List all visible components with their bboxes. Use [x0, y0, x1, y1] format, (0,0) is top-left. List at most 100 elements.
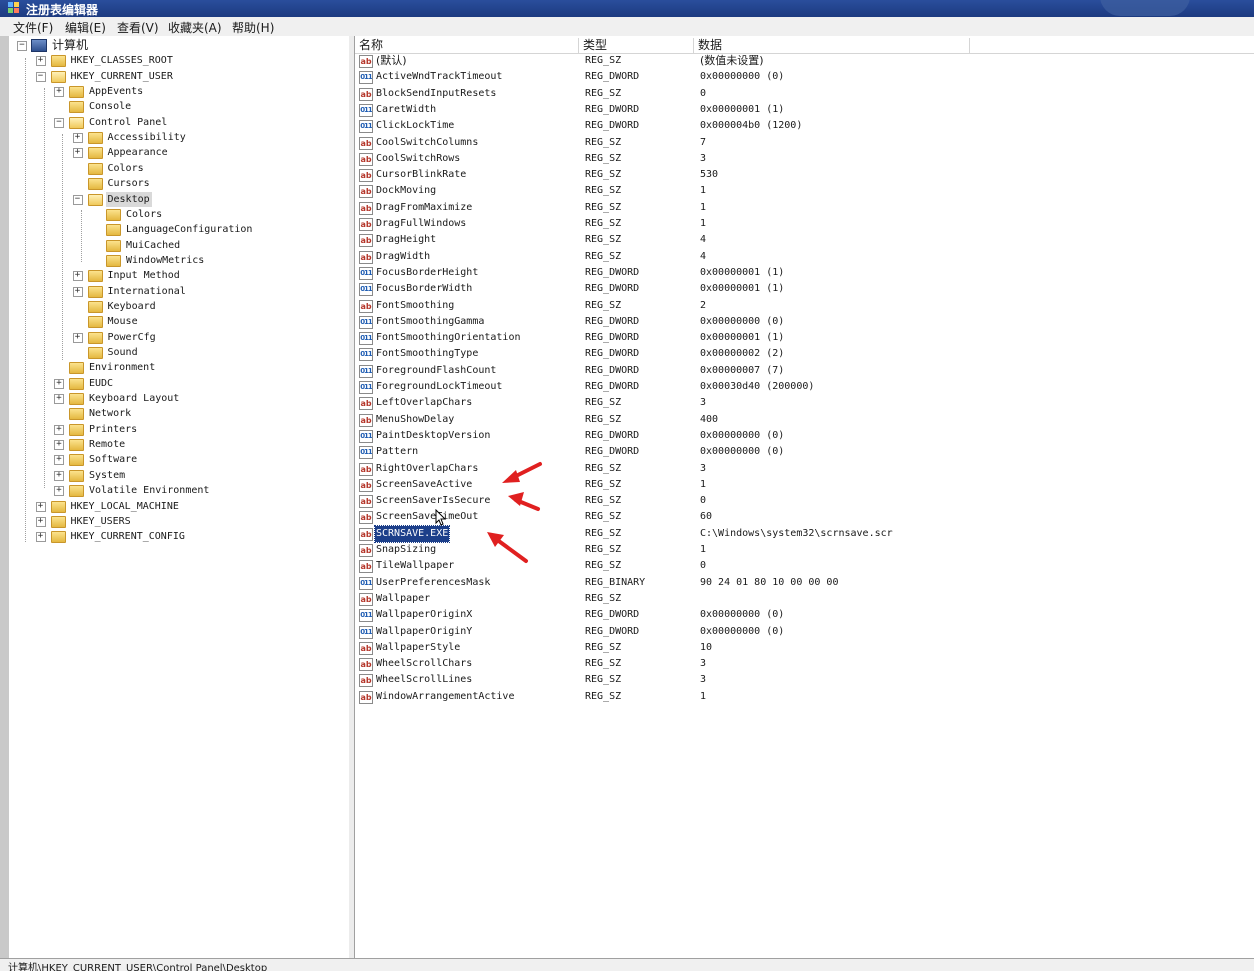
- tree-node-label[interactable]: Remote: [87, 437, 127, 452]
- column-header-name[interactable]: 名称: [355, 38, 579, 53]
- tree-node-label[interactable]: WindowMetrics: [124, 253, 206, 268]
- tree-node-label[interactable]: Printers: [87, 422, 139, 437]
- value-name[interactable]: BlockSendInputResets: [375, 86, 497, 102]
- value-name[interactable]: LeftOverlapChars: [375, 395, 473, 411]
- value-row[interactable]: 011 WallpaperOriginY REG_DWORD 0x00000000 (…: [355, 624, 1254, 640]
- value-row[interactable]: ab ScreenSaveActive REG_SZ 1: [355, 477, 1254, 493]
- value-name[interactable]: CoolSwitchRows: [375, 151, 461, 167]
- value-name[interactable]: FontSmoothingType: [375, 346, 479, 362]
- tree-node-label[interactable]: Cursors: [106, 176, 152, 191]
- tree-node-label[interactable]: Environment: [87, 360, 157, 375]
- value-row[interactable]: 011 ForegroundFlashCount REG_DWORD 0x000000…: [355, 363, 1254, 379]
- value-row[interactable]: 011 FontSmoothingOrientation REG_DWORD 0x00…: [355, 330, 1254, 346]
- value-row[interactable]: ab WheelScrollLines REG_SZ 3: [355, 672, 1254, 688]
- expand-icon[interactable]: +: [54, 424, 64, 435]
- tree-node-label[interactable]: AppEvents: [87, 84, 145, 99]
- expand-icon[interactable]: +: [54, 470, 64, 481]
- value-name[interactable]: ScreenSaverIsSecure: [375, 493, 491, 509]
- value-row[interactable]: ab DockMoving REG_SZ 1: [355, 183, 1254, 199]
- value-row[interactable]: ab DragHeight REG_SZ 4: [355, 232, 1254, 248]
- column-header-data[interactable]: 数据: [694, 38, 970, 53]
- tree-node-label[interactable]: Software: [87, 452, 139, 467]
- value-row[interactable]: ab DragWidth REG_SZ 4: [355, 249, 1254, 265]
- tree-node-label[interactable]: Appearance: [106, 145, 170, 160]
- tree-node-label[interactable]: 计算机: [50, 38, 90, 53]
- value-row[interactable]: ab Wallpaper REG_SZ: [355, 591, 1254, 607]
- expand-icon[interactable]: +: [54, 87, 64, 98]
- tree-node-label[interactable]: Keyboard: [106, 299, 158, 314]
- tree-node-label[interactable]: Sound: [106, 345, 140, 360]
- value-row[interactable]: ab DragFullWindows REG_SZ 1: [355, 216, 1254, 232]
- tree-node-label[interactable]: HKEY_LOCAL_MACHINE: [69, 499, 181, 514]
- value-row[interactable]: 011 PaintDesktopVersion REG_DWORD 0x0000000…: [355, 428, 1254, 444]
- expand-icon[interactable]: +: [54, 378, 64, 389]
- tree-node-label[interactable]: EUDC: [87, 376, 115, 391]
- value-name[interactable]: Wallpaper: [375, 591, 431, 607]
- value-row[interactable]: 011 FocusBorderWidth REG_DWORD 0x00000001 (…: [355, 281, 1254, 297]
- value-name[interactable]: DragFullWindows: [375, 216, 467, 232]
- collapse-icon[interactable]: −: [54, 117, 64, 128]
- value-name[interactable]: PaintDesktopVersion: [375, 428, 491, 444]
- value-name[interactable]: WindowArrangementActive: [375, 689, 515, 705]
- value-row[interactable]: ab RightOverlapChars REG_SZ 3: [355, 461, 1254, 477]
- value-name[interactable]: ForegroundLockTimeout: [375, 379, 503, 395]
- tree-node-label[interactable]: Network: [87, 406, 133, 421]
- value-name[interactable]: SnapSizing: [375, 542, 437, 558]
- value-row[interactable]: ab LeftOverlapChars REG_SZ 3: [355, 395, 1254, 411]
- menu-favorites[interactable]: 收藏夹(A): [168, 19, 222, 36]
- menu-view[interactable]: 查看(V): [117, 19, 159, 36]
- value-name[interactable]: MenuShowDelay: [375, 412, 455, 428]
- value-name[interactable]: Pattern: [375, 444, 419, 460]
- expand-icon[interactable]: +: [35, 532, 46, 543]
- value-name[interactable]: RightOverlapChars: [375, 461, 479, 477]
- collapse-icon[interactable]: −: [17, 41, 27, 51]
- value-row[interactable]: 011 UserPreferencesMask REG_BINARY 90 24 01…: [355, 575, 1254, 591]
- value-row[interactable]: 011 Pattern REG_DWORD 0x00000000 (0): [355, 444, 1254, 460]
- expand-icon[interactable]: +: [72, 332, 83, 343]
- value-name[interactable]: DragHeight: [375, 232, 437, 248]
- tree-node-label[interactable]: Colors: [124, 207, 164, 222]
- value-name[interactable]: FontSmoothingGamma: [375, 314, 485, 330]
- tree-node-label[interactable]: International: [106, 284, 188, 299]
- value-row[interactable]: ab CoolSwitchColumns REG_SZ 7: [355, 135, 1254, 151]
- value-row[interactable]: ab CursorBlinkRate REG_SZ 530: [355, 167, 1254, 183]
- value-row[interactable]: 011 FontSmoothingGamma REG_DWORD 0x00000000…: [355, 314, 1254, 330]
- value-name[interactable]: WallpaperOriginX: [375, 607, 473, 623]
- value-name[interactable]: WheelScrollLines: [375, 672, 473, 688]
- value-name[interactable]: WallpaperOriginY: [375, 624, 473, 640]
- value-name[interactable]: FontSmoothing: [375, 298, 455, 314]
- value-name[interactable]: SCRNSAVE.EXE: [373, 524, 451, 543]
- value-row[interactable]: ab DragFromMaximize REG_SZ 1: [355, 200, 1254, 216]
- expand-icon[interactable]: +: [54, 394, 64, 405]
- expand-icon[interactable]: +: [35, 501, 46, 512]
- tree-node-label[interactable]: LanguageConfiguration: [124, 222, 254, 237]
- value-name[interactable]: CaretWidth: [375, 102, 437, 118]
- value-row[interactable]: 011 CaretWidth REG_DWORD 0x00000001 (1): [355, 102, 1254, 118]
- value-row[interactable]: 011 WallpaperOriginX REG_DWORD 0x00000000 (…: [355, 607, 1254, 623]
- expand-icon[interactable]: +: [35, 516, 46, 527]
- value-row[interactable]: ab WallpaperStyle REG_SZ 10: [355, 640, 1254, 656]
- value-name[interactable]: UserPreferencesMask: [375, 575, 491, 591]
- tree-node-label[interactable]: Keyboard Layout: [87, 391, 181, 406]
- tree-node-label[interactable]: System: [87, 468, 127, 483]
- value-name[interactable]: ScreenSaveTimeOut: [375, 509, 479, 525]
- value-name[interactable]: ScreenSaveActive: [375, 477, 473, 493]
- collapse-icon[interactable]: −: [35, 71, 46, 82]
- value-row[interactable]: ab FontSmoothing REG_SZ 2: [355, 298, 1254, 314]
- tree-node-label[interactable]: Accessibility: [106, 130, 188, 145]
- value-row[interactable]: ab MenuShowDelay REG_SZ 400: [355, 412, 1254, 428]
- column-header-type[interactable]: 类型: [579, 38, 694, 53]
- tree-node-label[interactable]: Control Panel: [87, 115, 169, 130]
- value-name[interactable]: ActiveWndTrackTimeout: [375, 69, 503, 85]
- menu-file[interactable]: 文件(F): [13, 19, 53, 36]
- value-name[interactable]: (默认): [375, 53, 408, 69]
- value-name[interactable]: TileWallpaper: [375, 558, 455, 574]
- value-name[interactable]: CoolSwitchColumns: [375, 135, 479, 151]
- expand-icon[interactable]: +: [54, 440, 64, 451]
- tree-node-label[interactable]: HKEY_CLASSES_ROOT: [69, 53, 175, 68]
- value-name[interactable]: DragFromMaximize: [375, 200, 473, 216]
- tree-node-label[interactable]: Console: [87, 99, 133, 114]
- value-name[interactable]: DragWidth: [375, 249, 431, 265]
- value-name[interactable]: FocusBorderWidth: [375, 281, 473, 297]
- value-row[interactable]: ab (默认) REG_SZ (数值未设置): [355, 53, 1254, 69]
